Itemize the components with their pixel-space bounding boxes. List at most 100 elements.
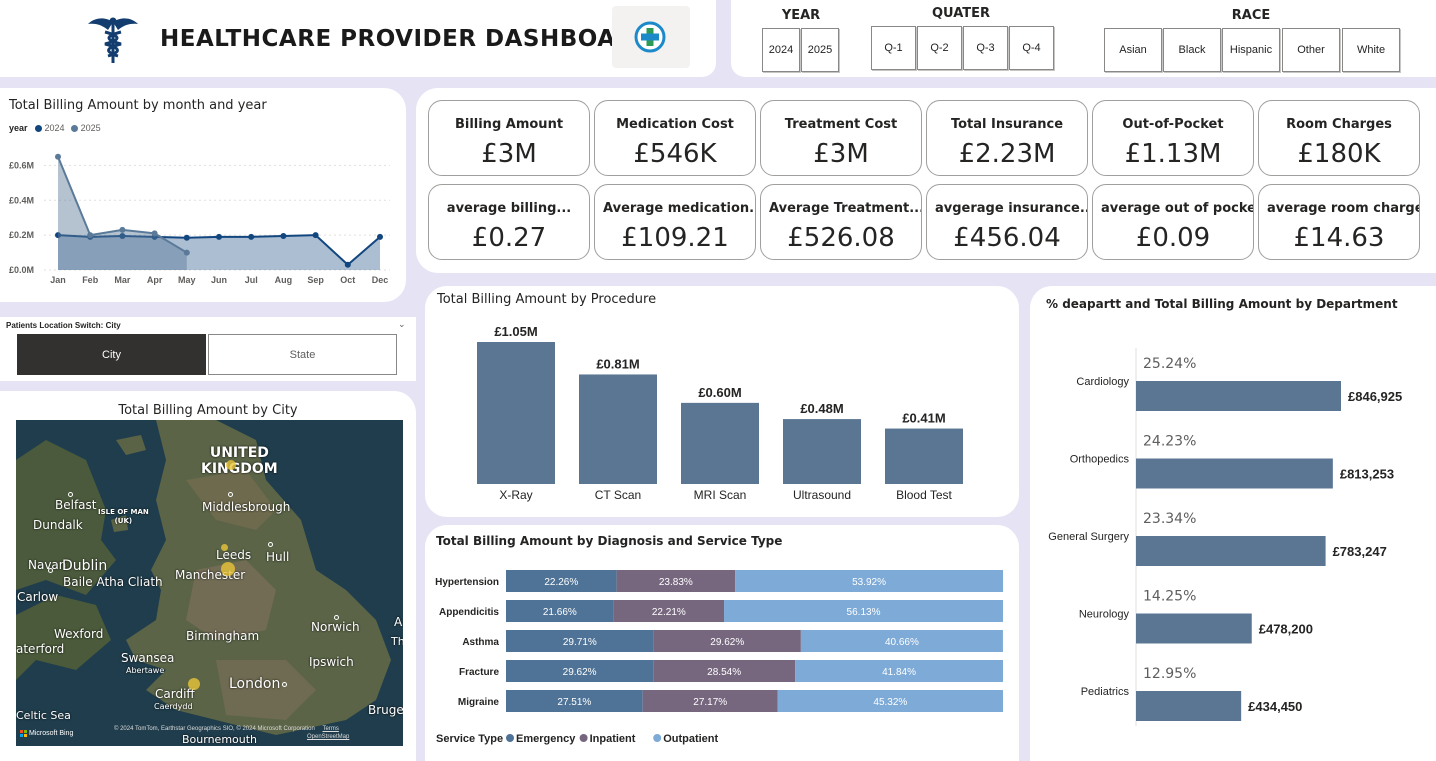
legend-title: Service Type [436, 733, 503, 745]
kpi-card-average-room-charge: average room charge £14.63 [1258, 184, 1420, 260]
map-label-waterford: aterford [16, 642, 65, 656]
billing-by-month-chart: £0.0M £0.2M £0.4M £0.6M Jan Feb Mar Apr May Jun Ju… [9, 153, 390, 285]
race-option-hispanic[interactable]: Hispanic [1222, 28, 1280, 72]
quarter-option-q3[interactable]: Q-3 [963, 26, 1008, 70]
data-point-2024[interactable] [344, 261, 351, 268]
map-label-hull: Hull [266, 550, 290, 564]
data-point-2025[interactable] [87, 232, 94, 239]
dashboard-title: HEALTHCARE PROVIDER DASHBOARD [160, 26, 654, 52]
quarter-slicer-title: QUATER [931, 6, 991, 21]
map-terms-link[interactable]: Terms [323, 726, 339, 732]
data-point-2024[interactable] [312, 232, 319, 239]
bar-ct-scan[interactable] [579, 374, 657, 484]
bar-blood-test[interactable] [885, 428, 963, 484]
map-label-london: London [229, 676, 281, 692]
data-point-2025[interactable] [183, 249, 190, 256]
segment-data-label: 22.21% [652, 607, 686, 618]
kpi-label: average billing... [446, 201, 572, 216]
year-option-2024[interactable]: 2024 [762, 28, 800, 72]
department-label: Orthopedics [1070, 454, 1130, 466]
department-percent-label: 23.34% [1143, 511, 1196, 527]
kpi-card-average-medication: Average medication.. £109.21 [594, 184, 756, 260]
department-label: Neurology [1079, 609, 1130, 621]
map-label-uk: (UK) [114, 517, 133, 525]
data-point-2025[interactable] [151, 230, 158, 237]
map-bubble-manchester[interactable] [221, 562, 235, 576]
year-option-2025[interactable]: 2025 [801, 28, 839, 72]
bar-neurology[interactable] [1136, 613, 1252, 644]
legend-label-outpatient: Outpatient [663, 733, 718, 745]
legend-label-emergency: Emergency [516, 733, 576, 745]
bar-x-ray[interactable] [477, 342, 555, 484]
segment-data-label: 45.32% [873, 697, 907, 708]
map-label-country: UNITED KINGDOM [201, 445, 278, 477]
segment-data-label: 40.66% [885, 637, 919, 648]
data-point-2024[interactable] [216, 233, 222, 240]
department-value-label: £813,253 [1340, 467, 1394, 482]
location-option-state[interactable]: State [208, 334, 397, 375]
map-label-united: UNITED [209, 445, 269, 461]
bar-cardiology[interactable] [1136, 381, 1341, 411]
race-option-asian[interactable]: Asian [1104, 28, 1162, 72]
bar-ultrasound[interactable] [783, 419, 861, 484]
segment-data-label: 56.13% [847, 607, 881, 618]
kpi-label: avgerage insurance.. [935, 201, 1087, 216]
kpi-card-total-insurance: Total Insurance £2.23M [926, 100, 1088, 176]
map-bubble-leeds[interactable] [221, 544, 228, 551]
x-category-label: X-Ray [499, 488, 532, 502]
map-label-dundalk: Dundalk [33, 518, 83, 532]
data-point-2024[interactable] [183, 234, 190, 241]
bar-pediatrics[interactable] [1136, 691, 1242, 721]
kpi-label: Average medication.. [603, 201, 755, 216]
billing-by-city-panel: Total Billing Amount by City UNITED KING… [0, 391, 416, 761]
x-tick-label: Feb [82, 275, 99, 285]
race-option-white[interactable]: White [1342, 28, 1400, 72]
map-osm-link[interactable]: OpenStreetMap [307, 734, 349, 740]
chevron-down-icon[interactable]: ⌄ [398, 319, 406, 330]
quarter-option-q2[interactable]: Q-2 [917, 26, 962, 70]
map-label-wexford: Wexford [54, 627, 104, 641]
data-point-2024[interactable] [280, 233, 287, 240]
map-attribution-text: © 2024 TomTom, Earthstar Geographics SIO… [114, 726, 315, 732]
y-category-label: Appendicitis [439, 607, 499, 618]
map-bubble-newcastle[interactable] [226, 460, 236, 470]
data-point-2024[interactable] [248, 233, 255, 240]
bar-mri-scan[interactable] [681, 402, 759, 484]
x-tick-label: Sep [307, 275, 324, 285]
map-attribution: © 2024 TomTom, Earthstar Geographics SIO… [114, 726, 339, 732]
map-label-th: Th [391, 635, 403, 648]
y-tick-label: £0.0M [9, 265, 34, 275]
race-slicer-title: RACE [1231, 8, 1271, 23]
segment-data-label: 53.92% [852, 577, 886, 588]
billing-by-department-chart: Cardiology 25.24% £846,925 Orthopedics 24.23… [1048, 348, 1402, 726]
x-tick-label: Oct [340, 275, 355, 285]
area-fill-2025 [58, 156, 187, 270]
map-dot-norwich [334, 615, 339, 620]
year-slicer-title: YEAR [781, 8, 821, 23]
kpi-card-billing-amount: Billing Amount £3M [428, 100, 590, 176]
quarter-option-q4[interactable]: Q-4 [1009, 26, 1054, 70]
map-label-carlow: Carlow [17, 590, 59, 604]
race-option-black[interactable]: Black [1163, 28, 1221, 72]
department-value-label: £478,200 [1259, 622, 1313, 637]
filters-panel: YEAR 2024 2025 QUATER Q-1 Q-2 Q-3 Q-4 RA… [731, 0, 1436, 77]
x-tick-label: Dec [372, 275, 389, 285]
header-panel: HEALTHCARE PROVIDER DASHBOARD [0, 0, 716, 77]
department-label: General Surgery [1048, 531, 1129, 543]
map-label-swansea: Swansea [121, 651, 175, 665]
data-point-2024[interactable] [377, 233, 383, 240]
bar-orthopedics[interactable] [1136, 458, 1333, 489]
data-point-2025[interactable] [55, 153, 61, 160]
race-option-other[interactable]: Other [1282, 28, 1340, 72]
data-point-2025[interactable] [119, 226, 126, 233]
map-label-abertawe: Abertawe [126, 666, 165, 675]
map-bubble-cardiff[interactable] [188, 678, 200, 690]
quarter-option-q1[interactable]: Q-1 [871, 26, 916, 70]
billing-by-city-map[interactable]: UNITED KINGDOM Belfast Dundalk ISLE OF M… [16, 420, 403, 746]
bar-general-surgery[interactable] [1136, 536, 1326, 566]
medical-cross-icon [634, 21, 666, 53]
kpi-value: £1.13M [1124, 139, 1222, 169]
location-option-city[interactable]: City [17, 334, 206, 375]
kpi-card-medication-cost: Medication Cost £546K [594, 100, 756, 176]
billing-by-diagnosis-chart: Hypertension 22.26% 23.83% 53.92% Appendicit… [435, 570, 1004, 745]
